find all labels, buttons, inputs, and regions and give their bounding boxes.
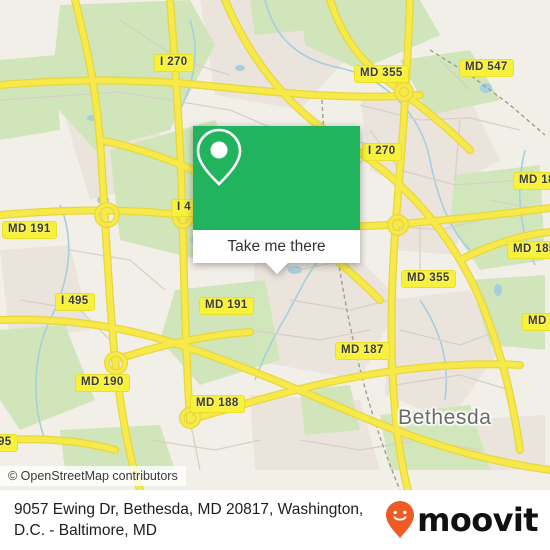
road-shield: I 270	[362, 143, 402, 161]
destination-popup-card[interactable]: Take me there	[193, 126, 360, 274]
map-screenshot: I 270MD 355MD 547I 270MD 185I 4MD 191MD …	[0, 0, 550, 550]
popup-pin-panel	[193, 126, 360, 230]
map-canvas[interactable]: I 270MD 355MD 547I 270MD 185I 4MD 191MD …	[0, 0, 550, 490]
moovit-wordmark: moovit	[417, 501, 538, 539]
address-text: 9057 Ewing Dr, Bethesda, MD 20817, Washi…	[0, 499, 400, 541]
road-shield: I 270	[154, 54, 194, 72]
address-line-1: 9057 Ewing Dr, Bethesda, MD 20817, Washi…	[14, 501, 364, 518]
address-line-2: D.C. - Baltimore, MD	[14, 522, 157, 539]
popup-cta-panel[interactable]: Take me there	[193, 230, 360, 263]
osm-attribution[interactable]: © OpenStreetMap contributors	[0, 466, 186, 486]
road-shield: MD 191	[199, 297, 254, 315]
road-shield: MD 185	[513, 172, 550, 190]
take-me-there-label: Take me there	[227, 237, 326, 255]
popup-tail-pointer	[265, 263, 288, 274]
road-shield: MD 355	[354, 65, 409, 83]
road-shield: 95	[0, 434, 18, 452]
road-shield: MD 187	[335, 342, 390, 360]
road-shield: MD 185	[507, 241, 550, 259]
moovit-logo[interactable]: moovit	[385, 500, 539, 540]
road-shield: MD 355	[401, 270, 456, 288]
road-shield: I 495	[55, 293, 95, 311]
road-shield: MD 190	[75, 374, 130, 392]
road-shield: MD 188	[190, 395, 245, 413]
footer-bar: 9057 Ewing Dr, Bethesda, MD 20817, Washi…	[0, 490, 550, 550]
road-shield: MD 547	[459, 59, 514, 77]
moovit-smiley-pin-icon	[385, 500, 415, 540]
city-label: Bethesda	[398, 406, 492, 429]
road-shield: MD 1	[522, 313, 550, 331]
road-shield: MD 191	[2, 221, 57, 239]
